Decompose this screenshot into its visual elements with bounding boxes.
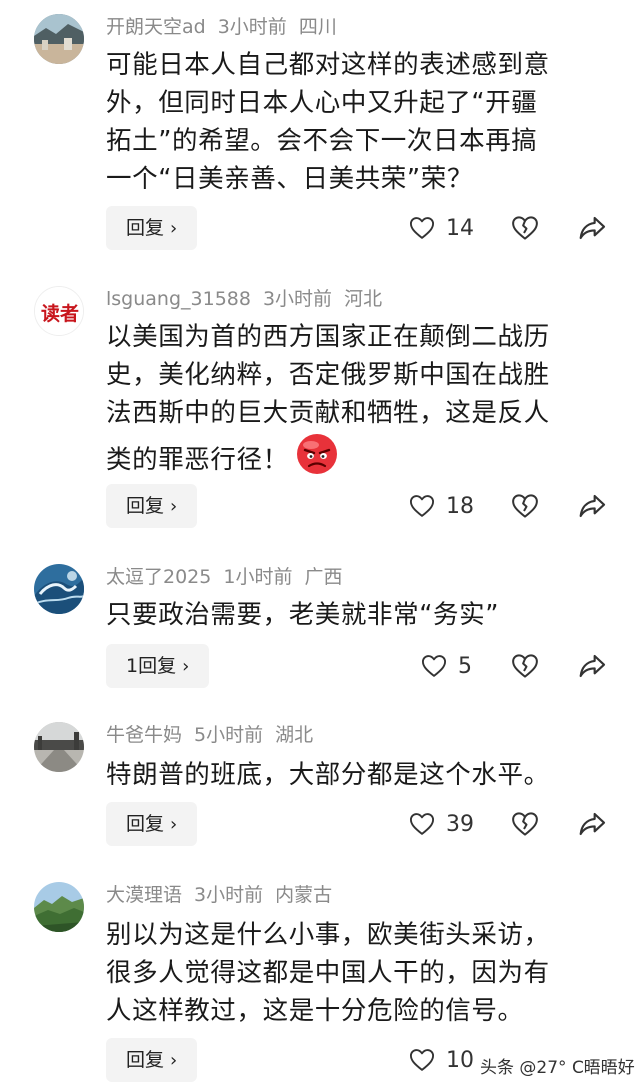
comment-meta: 太逗了2025 1小时前 广西 bbox=[106, 562, 354, 592]
like-button[interactable]: 14 bbox=[408, 211, 474, 245]
text-line: 特朗普的班底，大部分都是这个水平。 bbox=[106, 760, 550, 790]
chevron-right-icon: › bbox=[170, 814, 178, 835]
reply-button[interactable]: 回复 › bbox=[106, 802, 198, 846]
share-arrow-icon[interactable] bbox=[576, 808, 608, 840]
reply-button[interactable]: 回复 › bbox=[106, 484, 198, 528]
comment-actions: 回复 › 14 bbox=[0, 206, 640, 250]
username[interactable]: 太逗了2025 bbox=[106, 566, 211, 588]
broken-heart-icon[interactable] bbox=[510, 809, 540, 839]
comment-1: 开朗天空ad 3小时前 四川 可能日本人自己都对这样的表述感到意 外，但同时日本人心… bbox=[0, 8, 640, 256]
heart-outline-icon bbox=[421, 655, 447, 677]
heart-outline-icon bbox=[409, 1049, 435, 1071]
text-line: 只要政治需要，老美就非常“务实” bbox=[106, 600, 500, 630]
chevron-right-icon: › bbox=[170, 496, 178, 517]
like-count: 14 bbox=[446, 215, 474, 241]
reply-label: 1回复 bbox=[126, 655, 177, 677]
duzhe-logo: 读者 bbox=[41, 302, 79, 325]
timestamp: 1小时前 bbox=[223, 566, 293, 588]
chevron-right-icon: › bbox=[170, 218, 178, 239]
text-line: 很多人觉得这都是中国人干的，因为有 bbox=[106, 958, 550, 988]
location: 四川 bbox=[298, 16, 337, 38]
user-avatar[interactable]: 读者 bbox=[34, 286, 84, 336]
like-count: 39 bbox=[446, 811, 474, 837]
timestamp: 3小时前 bbox=[194, 884, 264, 906]
comment-meta: 大漠理语 3小时前 内蒙古 bbox=[106, 880, 344, 910]
user-avatar[interactable] bbox=[34, 882, 84, 932]
comment-text: 别以为这是什么小事，欧美街头采访， 很多人觉得这都是中国人干的，因为有 人这样教… bbox=[106, 916, 606, 1030]
watermark: 头条 @27° C晤晤好 bbox=[476, 1052, 639, 1079]
username[interactable]: lsguang_31588 bbox=[106, 288, 251, 310]
broken-heart-icon[interactable] bbox=[510, 213, 540, 243]
like-button[interactable]: 18 bbox=[408, 489, 474, 523]
chevron-right-icon: › bbox=[170, 1050, 178, 1071]
comment-text: 只要政治需要，老美就非常“务实” bbox=[106, 596, 606, 634]
text-line: 外，但同时日本人心中又升起了“开疆 bbox=[106, 88, 538, 118]
broken-heart-icon[interactable] bbox=[510, 491, 540, 521]
comment-text: 可能日本人自己都对这样的表述感到意 外，但同时日本人心中又升起了“开疆 拓土”的… bbox=[106, 46, 606, 198]
comment-4: 牛爸牛妈 5小时前 湖北 特朗普的班底，大部分都是这个水平。 回复 › 39 bbox=[0, 720, 640, 850]
comment-meta: lsguang_31588 3小时前 河北 bbox=[106, 284, 394, 314]
username[interactable]: 开朗天空ad bbox=[106, 16, 206, 38]
comment-actions: 1回复 › 5 bbox=[0, 644, 640, 688]
chevron-right-icon: › bbox=[182, 656, 190, 677]
text-line: 可能日本人自己都对这样的表述感到意 bbox=[106, 50, 550, 80]
location: 河北 bbox=[344, 288, 383, 310]
timestamp: 3小时前 bbox=[217, 16, 287, 38]
user-avatar[interactable] bbox=[34, 722, 84, 772]
reply-button[interactable]: 回复 › bbox=[106, 1038, 198, 1082]
timestamp: 5小时前 bbox=[194, 724, 264, 746]
user-avatar[interactable] bbox=[34, 564, 84, 614]
text-line: 法西斯中的巨大贡献和牺牲，这是反人 bbox=[106, 398, 550, 428]
angry-face-emoji bbox=[296, 434, 337, 474]
comment-text: 以美国为首的西方国家正在颠倒二战历 史，美化纳粹，否定俄罗斯中国在战胜 法西斯中… bbox=[106, 318, 606, 479]
reply-label: 回复 bbox=[126, 217, 165, 239]
share-arrow-icon[interactable] bbox=[576, 212, 608, 244]
username[interactable]: 牛爸牛妈 bbox=[106, 724, 182, 746]
text-line: 别以为这是什么小事，欧美街头采访， bbox=[106, 920, 550, 950]
like-button[interactable]: 10 bbox=[408, 1043, 474, 1077]
user-avatar[interactable] bbox=[34, 14, 84, 64]
text-line: 史，美化纳粹，否定俄罗斯中国在战胜 bbox=[106, 360, 550, 390]
heart-outline-icon bbox=[409, 217, 435, 239]
location: 内蒙古 bbox=[275, 884, 333, 906]
comment-text: 特朗普的班底，大部分都是这个水平。 bbox=[106, 756, 606, 794]
reply-button[interactable]: 1回复 › bbox=[106, 644, 210, 688]
comment-actions: 回复 › 39 bbox=[0, 802, 640, 846]
text-line: 拓土”的希望。会不会下一次日本再搞 bbox=[106, 126, 538, 156]
share-arrow-icon[interactable] bbox=[576, 490, 608, 522]
comment-meta: 牛爸牛妈 5小时前 湖北 bbox=[106, 720, 325, 750]
timestamp: 3小时前 bbox=[262, 288, 333, 310]
comment-actions: 回复 › 18 bbox=[0, 484, 640, 528]
like-button[interactable]: 39 bbox=[408, 807, 474, 841]
like-count: 18 bbox=[446, 493, 474, 519]
like-count: 5 bbox=[458, 653, 472, 679]
text-line: 以美国为首的西方国家正在颠倒二战历 bbox=[106, 322, 550, 352]
reply-label: 回复 bbox=[126, 495, 165, 517]
location: 湖北 bbox=[275, 724, 314, 746]
text-line: 人这样教过，这是十分危险的信号。 bbox=[106, 996, 524, 1026]
like-button[interactable]: 5 bbox=[420, 649, 472, 683]
heart-outline-icon bbox=[409, 495, 435, 517]
text-line: 一个“日美亲善、日美共荣”荣？ bbox=[106, 164, 473, 194]
location: 广西 bbox=[304, 566, 343, 588]
share-arrow-icon[interactable] bbox=[576, 650, 608, 682]
heart-outline-icon bbox=[409, 813, 435, 835]
username[interactable]: 大漠理语 bbox=[106, 884, 182, 906]
comment-2: 读者 lsguang_31588 3小时前 河北 以美国为首的西方国家正在颠倒二战历… bbox=[0, 282, 640, 532]
text-line: 类的罪恶行径！ bbox=[106, 445, 289, 475]
reply-label: 回复 bbox=[126, 813, 165, 835]
comment-meta: 开朗天空ad 3小时前 四川 bbox=[106, 12, 349, 42]
comment-3: 太逗了2025 1小时前 广西 只要政治需要，老美就非常“务实” 1回复 › 5 bbox=[0, 562, 640, 690]
reply-label: 回复 bbox=[126, 1049, 165, 1071]
broken-heart-icon[interactable] bbox=[510, 651, 540, 681]
like-count: 10 bbox=[446, 1047, 474, 1073]
reply-button[interactable]: 回复 › bbox=[106, 206, 198, 250]
